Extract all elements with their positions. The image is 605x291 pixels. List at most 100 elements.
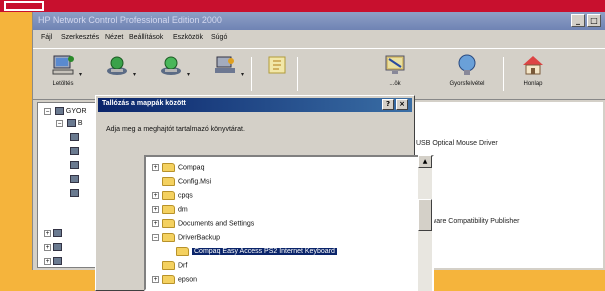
expand-icon[interactable]: + — [44, 229, 51, 237]
browse-folder-dialog: Tallózás a mappák között ? × Adja meg a … — [95, 95, 434, 291]
network-icon — [107, 56, 127, 75]
toolbar-button-home[interactable]: Honlap — [515, 51, 551, 97]
device-icon — [70, 147, 79, 155]
expand-icon[interactable]: + — [44, 257, 51, 265]
dropdown-arrow-icon[interactable]: ▾ — [187, 71, 190, 78]
dialog-help-button[interactable]: ? — [382, 99, 394, 110]
tree-root[interactable]: − GYOR — [44, 107, 87, 115]
toolbar-button-monitor[interactable]: ...ök — [377, 51, 413, 97]
menu-help[interactable]: Súgó — [211, 34, 227, 41]
toolbar-button-4[interactable]: ▾ — [207, 51, 244, 97]
expand-icon[interactable]: + — [152, 192, 159, 199]
tree-child[interactable]: − B — [56, 119, 83, 127]
toolbar-separator — [297, 57, 298, 91]
magazine-banner — [0, 0, 605, 12]
dropdown-arrow-icon[interactable]: ▾ — [133, 71, 136, 78]
folder-item[interactable]: Config.Msi — [162, 177, 211, 189]
toolbar-label: Letöltés — [52, 81, 74, 87]
tree-item[interactable] — [68, 147, 79, 155]
menu-edit[interactable]: Szerkesztés — [61, 34, 99, 41]
tree-item[interactable] — [68, 161, 79, 169]
menu-bar: Fájl Szerkesztés Nézet Beállítások Eszkö… — [33, 30, 605, 46]
folder-tree-scrollbar[interactable]: ▲ — [418, 155, 432, 291]
menu-view[interactable]: Nézet — [105, 34, 123, 41]
folder-icon — [162, 205, 175, 214]
menu-settings[interactable]: Beállítások — [129, 34, 163, 41]
dialog-title: Tallózás a mappák között — [102, 100, 186, 107]
maximize-button[interactable]: □ — [587, 14, 601, 27]
device-icon — [53, 243, 62, 251]
folder-item[interactable]: + Documents and Settings — [152, 219, 254, 231]
expand-icon[interactable]: + — [152, 276, 159, 283]
collapse-icon[interactable]: − — [56, 119, 63, 127]
window-title: HP Network Control Professional Edition … — [38, 15, 222, 25]
folder-icon — [268, 56, 286, 74]
folder-icon — [162, 261, 175, 270]
folder-item[interactable]: + epson — [152, 275, 197, 287]
application-window: HP Network Control Professional Edition … — [32, 12, 605, 291]
folder-item[interactable]: Drf — [162, 261, 187, 273]
toolbar-button-5[interactable] — [259, 51, 295, 97]
dropdown-arrow-icon[interactable]: ▾ — [241, 71, 244, 78]
folder-tree[interactable]: + Compaq Config.Msi + cpqs + dm + Documents … — [144, 155, 434, 291]
toolbar: Letöltés ▾ ▾ ▾ ▾ ...ök Gyorsfelvétel Hon… — [33, 48, 605, 100]
scroll-thumb[interactable] — [418, 199, 432, 231]
folder-icon — [162, 275, 175, 284]
folder-icon — [162, 177, 175, 186]
tree-item[interactable] — [68, 189, 79, 197]
menu-file[interactable]: Fájl — [41, 34, 52, 41]
tree-item[interactable]: + — [44, 243, 62, 251]
scroll-up-icon[interactable]: ▲ — [418, 155, 432, 168]
toolbar-separator — [251, 57, 252, 91]
network-icon — [161, 56, 181, 75]
collapse-icon[interactable]: − — [152, 234, 159, 241]
collapse-icon[interactable]: − — [44, 107, 51, 115]
folder-item[interactable]: + Compaq — [152, 163, 204, 175]
folder-icon — [162, 163, 175, 172]
folder-item[interactable]: + dm — [152, 205, 188, 217]
expand-icon[interactable]: + — [152, 220, 159, 227]
toolbar-button-2[interactable]: ▾ — [99, 51, 136, 97]
expand-icon[interactable]: + — [152, 164, 159, 171]
toolbar-button-3[interactable]: ▾ — [153, 51, 190, 97]
menu-tools[interactable]: Eszközök — [173, 34, 203, 41]
folder-item[interactable]: + cpqs — [152, 191, 193, 203]
minimize-button[interactable]: _ — [571, 14, 585, 27]
dialog-instruction: Adja meg a meghajtót tartalmazó könyvtár… — [106, 126, 245, 133]
device-icon — [66, 119, 76, 127]
toolbar-label: Honlap — [523, 81, 543, 87]
details-panel: USB Optical Mouse Driver Hardware Compat… — [413, 102, 603, 268]
dialog-close-button[interactable]: × — [396, 99, 408, 110]
folder-item[interactable]: − DriverBackup — [152, 233, 220, 245]
folder-icon — [176, 247, 189, 256]
computer-icon — [52, 55, 74, 75]
expand-icon[interactable]: + — [152, 206, 159, 213]
tree-item[interactable]: + — [44, 229, 62, 237]
toolbar-separator — [503, 57, 504, 91]
tree-item[interactable] — [68, 133, 79, 141]
toolbar-label: Gyorsfelvétel — [449, 81, 485, 87]
device-icon — [70, 175, 79, 183]
title-bar: HP Network Control Professional Edition … — [33, 12, 605, 30]
toolbar-label: ...ök — [389, 81, 401, 87]
device-icon — [53, 257, 62, 265]
satellite-icon — [458, 54, 476, 75]
device-icon — [70, 161, 79, 169]
toolbar-button-quickscan[interactable]: Gyorsfelvétel — [449, 51, 485, 97]
tree-item[interactable] — [68, 175, 79, 183]
dropdown-arrow-icon[interactable]: ▾ — [79, 71, 82, 78]
device-icon — [70, 133, 79, 141]
toolbar-button-download[interactable]: Letöltés ▾ — [45, 51, 82, 97]
dialog-title-bar: Tallózás a mappák között ? × — [98, 98, 412, 112]
tree-item[interactable]: + — [44, 257, 62, 265]
folder-item-selected[interactable]: Compaq Easy Access PS2 Internet Keyboard — [176, 247, 337, 259]
details-item[interactable]: USB Optical Mouse Driver — [416, 140, 498, 147]
expand-icon[interactable]: + — [44, 243, 51, 251]
folder-icon — [162, 191, 175, 200]
banner-box-icon — [4, 1, 44, 11]
folder-icon — [162, 219, 175, 228]
device-icon — [70, 189, 79, 197]
monitor-icon — [385, 55, 405, 74]
computer-icon — [54, 107, 64, 115]
devices-icon — [215, 56, 235, 73]
